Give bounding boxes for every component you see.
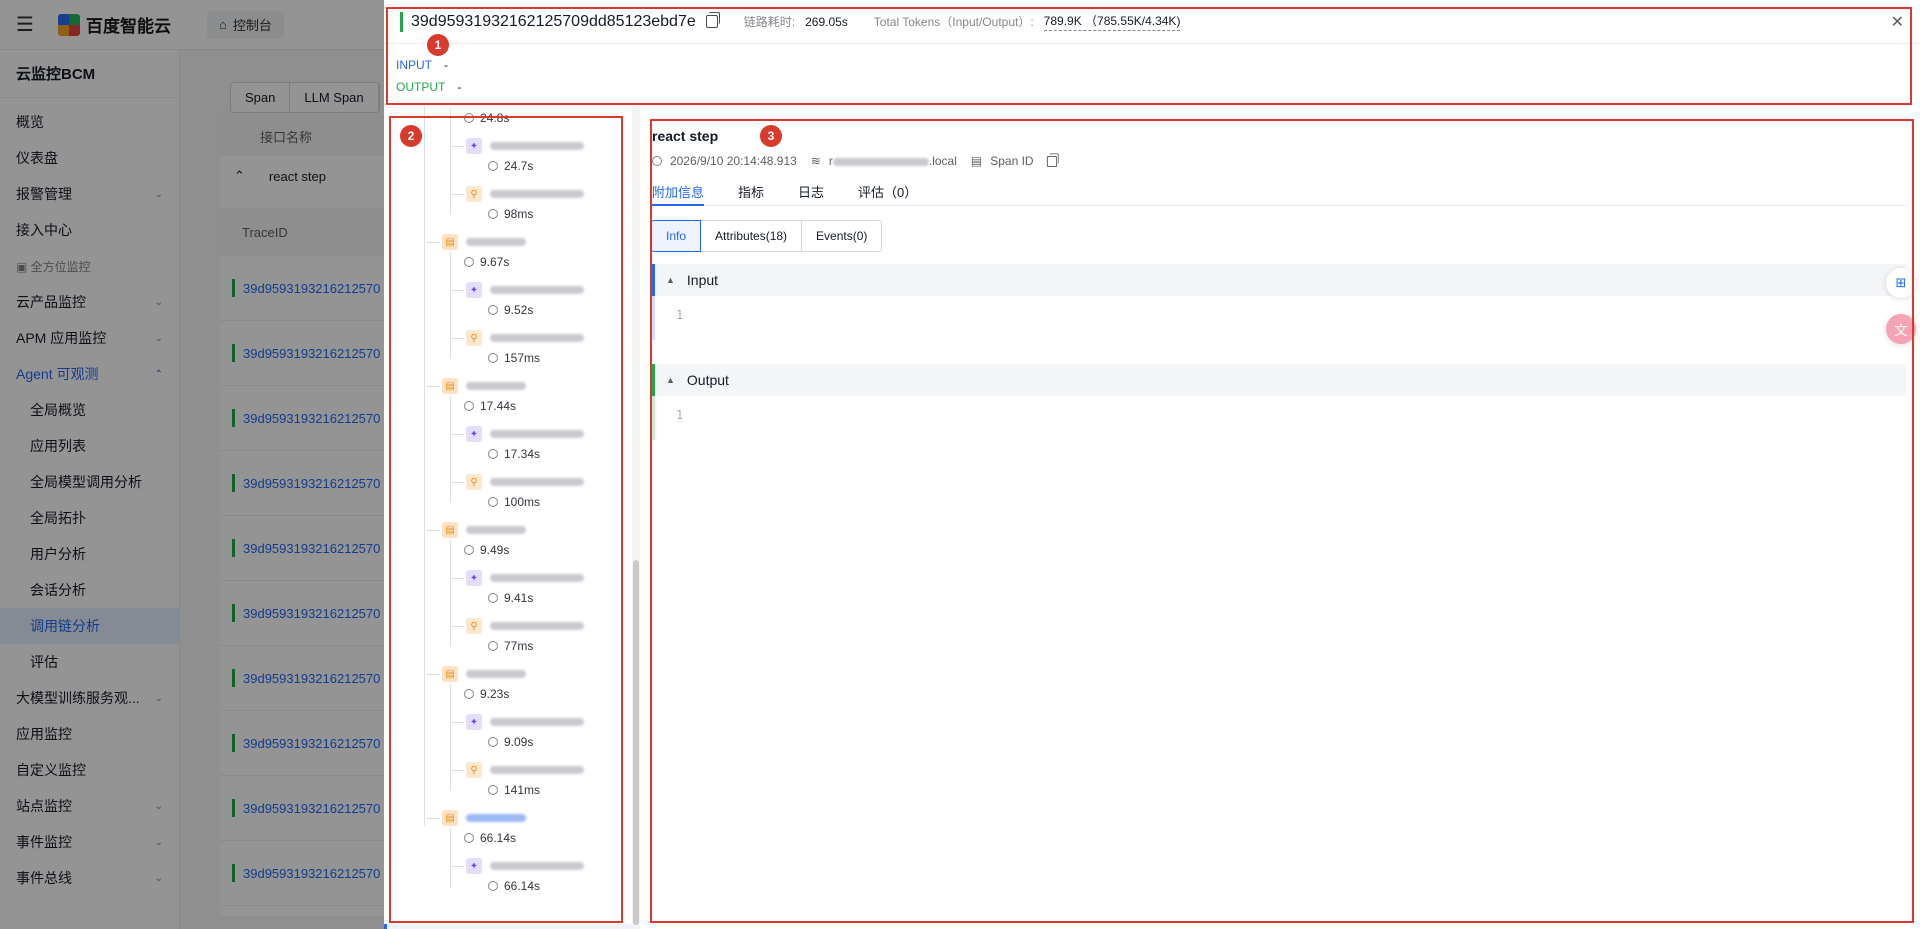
scrollbar-thumb[interactable] <box>633 560 639 925</box>
selected-node-highlight <box>384 924 632 929</box>
annotation-box-2 <box>389 116 623 923</box>
annotation-badge-3: 3 <box>760 125 782 147</box>
annotation-badge-1: 1 <box>427 34 449 56</box>
annotation-box-1 <box>386 7 1912 105</box>
annotation-box-3 <box>650 119 1914 923</box>
annotation-badge-2: 2 <box>400 125 422 147</box>
info-button[interactable]: Info <box>651 220 702 252</box>
